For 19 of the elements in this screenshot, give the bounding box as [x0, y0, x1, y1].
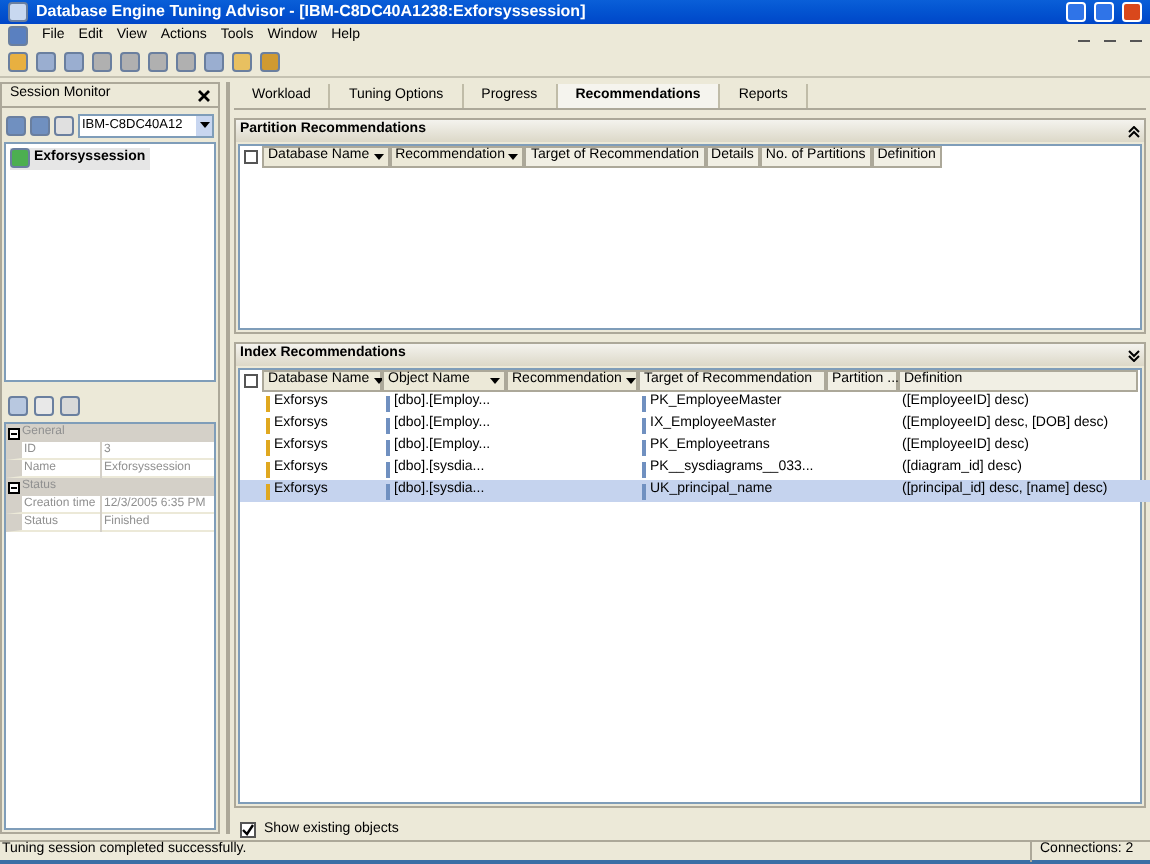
- dropdown-arrow-icon[interactable]: [199, 122, 209, 128]
- dropdown-arrow-icon[interactable]: [490, 378, 500, 384]
- restore-button[interactable]: [1094, 2, 1114, 22]
- dropdown-arrow-icon[interactable]: [373, 154, 384, 160]
- dropdown-arrow-icon[interactable]: [508, 154, 519, 160]
- dropdown-arrow-icon[interactable]: [373, 378, 384, 384]
- expand-icon[interactable]: [1128, 349, 1140, 361]
- close-button[interactable]: [1122, 2, 1142, 22]
- collapse-icon[interactable]: [8, 427, 20, 439]
- collapse-icon[interactable]: [1128, 125, 1140, 137]
- minimize-button[interactable]: [1066, 2, 1086, 22]
- select-all-checkbox[interactable]: [244, 150, 258, 164]
- dropdown-button[interactable]: [196, 115, 212, 135]
- show-existing-checkbox[interactable]: [240, 822, 256, 839]
- window-title: Database Engine Tuning Advisor - [IBM-C8DC40A1238:Exforsyssession]: [36, 0, 588, 24]
- select-all-checkbox[interactable]: [244, 374, 258, 388]
- dropdown-arrow-icon[interactable]: [625, 378, 636, 384]
- checkmark-icon: [242, 824, 254, 837]
- collapse-icon[interactable]: [8, 481, 20, 493]
